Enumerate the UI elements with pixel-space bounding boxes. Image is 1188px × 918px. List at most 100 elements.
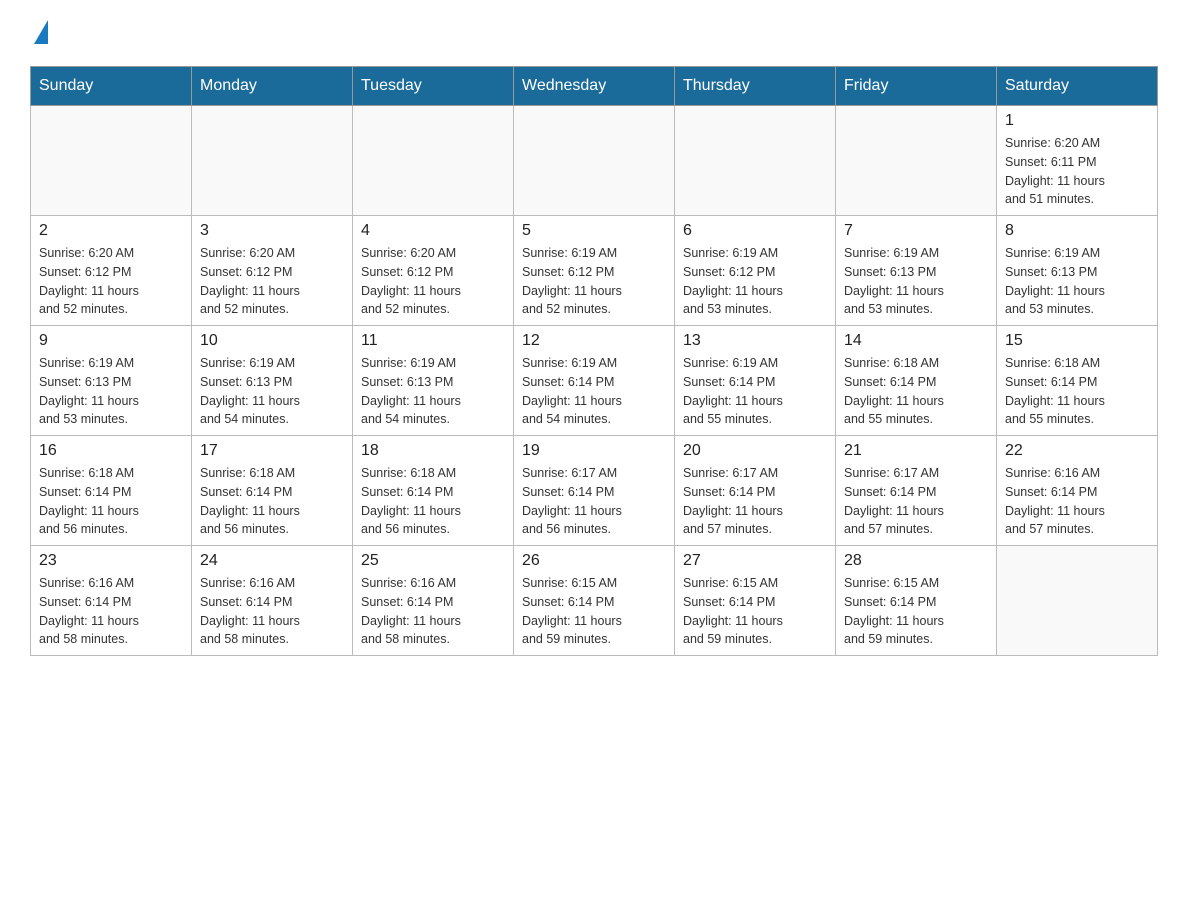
week-row-2: 2 Sunrise: 6:20 AMSunset: 6:12 PMDaylight…: [31, 216, 1158, 326]
week-row-3: 9 Sunrise: 6:19 AMSunset: 6:13 PMDaylight…: [31, 326, 1158, 436]
calendar-cell: 23 Sunrise: 6:16 AMSunset: 6:14 PMDayligh…: [31, 546, 192, 656]
day-number: 11: [361, 332, 505, 350]
calendar-cell: [997, 546, 1158, 656]
day-info: Sunrise: 6:18 AMSunset: 6:14 PMDaylight:…: [39, 464, 183, 539]
calendar-cell: 17 Sunrise: 6:18 AMSunset: 6:14 PMDayligh…: [192, 436, 353, 546]
day-info: Sunrise: 6:19 AMSunset: 6:13 PMDaylight:…: [200, 354, 344, 429]
calendar-cell: 15 Sunrise: 6:18 AMSunset: 6:14 PMDayligh…: [997, 326, 1158, 436]
weekday-header-wednesday: Wednesday: [514, 67, 675, 106]
day-info: Sunrise: 6:18 AMSunset: 6:14 PMDaylight:…: [361, 464, 505, 539]
calendar-cell: 18 Sunrise: 6:18 AMSunset: 6:14 PMDayligh…: [353, 436, 514, 546]
day-number: 21: [844, 442, 988, 460]
day-number: 24: [200, 552, 344, 570]
day-info: Sunrise: 6:17 AMSunset: 6:14 PMDaylight:…: [683, 464, 827, 539]
day-number: 15: [1005, 332, 1149, 350]
day-number: 27: [683, 552, 827, 570]
day-info: Sunrise: 6:20 AMSunset: 6:12 PMDaylight:…: [361, 244, 505, 319]
day-info: Sunrise: 6:18 AMSunset: 6:14 PMDaylight:…: [844, 354, 988, 429]
calendar-cell: 7 Sunrise: 6:19 AMSunset: 6:13 PMDaylight…: [836, 216, 997, 326]
day-info: Sunrise: 6:16 AMSunset: 6:14 PMDaylight:…: [39, 574, 183, 649]
calendar-cell: 3 Sunrise: 6:20 AMSunset: 6:12 PMDaylight…: [192, 216, 353, 326]
page-header: [30, 20, 1158, 46]
day-info: Sunrise: 6:19 AMSunset: 6:12 PMDaylight:…: [683, 244, 827, 319]
weekday-header-saturday: Saturday: [997, 67, 1158, 106]
day-info: Sunrise: 6:20 AMSunset: 6:12 PMDaylight:…: [200, 244, 344, 319]
week-row-4: 16 Sunrise: 6:18 AMSunset: 6:14 PMDayligh…: [31, 436, 1158, 546]
day-number: 22: [1005, 442, 1149, 460]
day-info: Sunrise: 6:16 AMSunset: 6:14 PMDaylight:…: [1005, 464, 1149, 539]
day-number: 7: [844, 222, 988, 240]
day-number: 1: [1005, 112, 1149, 130]
calendar-cell: 6 Sunrise: 6:19 AMSunset: 6:12 PMDaylight…: [675, 216, 836, 326]
day-number: 26: [522, 552, 666, 570]
day-number: 13: [683, 332, 827, 350]
day-info: Sunrise: 6:20 AMSunset: 6:11 PMDaylight:…: [1005, 134, 1149, 209]
calendar-cell: [192, 106, 353, 216]
day-info: Sunrise: 6:20 AMSunset: 6:12 PMDaylight:…: [39, 244, 183, 319]
weekday-header-thursday: Thursday: [675, 67, 836, 106]
calendar-cell: 19 Sunrise: 6:17 AMSunset: 6:14 PMDayligh…: [514, 436, 675, 546]
calendar-cell: 9 Sunrise: 6:19 AMSunset: 6:13 PMDaylight…: [31, 326, 192, 436]
calendar-cell: [836, 106, 997, 216]
logo-triangle-icon: [34, 20, 48, 44]
calendar-cell: 14 Sunrise: 6:18 AMSunset: 6:14 PMDayligh…: [836, 326, 997, 436]
day-number: 14: [844, 332, 988, 350]
calendar-cell: 1 Sunrise: 6:20 AMSunset: 6:11 PMDaylight…: [997, 106, 1158, 216]
calendar-cell: 26 Sunrise: 6:15 AMSunset: 6:14 PMDayligh…: [514, 546, 675, 656]
calendar-cell: 27 Sunrise: 6:15 AMSunset: 6:14 PMDayligh…: [675, 546, 836, 656]
week-row-1: 1 Sunrise: 6:20 AMSunset: 6:11 PMDaylight…: [31, 106, 1158, 216]
day-number: 5: [522, 222, 666, 240]
day-number: 16: [39, 442, 183, 460]
day-info: Sunrise: 6:19 AMSunset: 6:14 PMDaylight:…: [522, 354, 666, 429]
weekday-header-friday: Friday: [836, 67, 997, 106]
day-number: 20: [683, 442, 827, 460]
day-info: Sunrise: 6:17 AMSunset: 6:14 PMDaylight:…: [844, 464, 988, 539]
day-number: 25: [361, 552, 505, 570]
calendar-cell: 24 Sunrise: 6:16 AMSunset: 6:14 PMDayligh…: [192, 546, 353, 656]
day-info: Sunrise: 6:19 AMSunset: 6:13 PMDaylight:…: [361, 354, 505, 429]
day-number: 2: [39, 222, 183, 240]
calendar-cell: [353, 106, 514, 216]
day-info: Sunrise: 6:17 AMSunset: 6:14 PMDaylight:…: [522, 464, 666, 539]
weekday-header-tuesday: Tuesday: [353, 67, 514, 106]
day-number: 6: [683, 222, 827, 240]
weekday-header-monday: Monday: [192, 67, 353, 106]
calendar-cell: 22 Sunrise: 6:16 AMSunset: 6:14 PMDayligh…: [997, 436, 1158, 546]
calendar-cell: 28 Sunrise: 6:15 AMSunset: 6:14 PMDayligh…: [836, 546, 997, 656]
calendar-cell: 5 Sunrise: 6:19 AMSunset: 6:12 PMDaylight…: [514, 216, 675, 326]
calendar-cell: 21 Sunrise: 6:17 AMSunset: 6:14 PMDayligh…: [836, 436, 997, 546]
day-info: Sunrise: 6:18 AMSunset: 6:14 PMDaylight:…: [200, 464, 344, 539]
day-number: 3: [200, 222, 344, 240]
day-info: Sunrise: 6:18 AMSunset: 6:14 PMDaylight:…: [1005, 354, 1149, 429]
calendar-cell: 13 Sunrise: 6:19 AMSunset: 6:14 PMDayligh…: [675, 326, 836, 436]
calendar-cell: [514, 106, 675, 216]
calendar-cell: 12Sunrise: 6:19 AMSunset: 6:14 PMDayligh…: [514, 326, 675, 436]
calendar-cell: 20 Sunrise: 6:17 AMSunset: 6:14 PMDayligh…: [675, 436, 836, 546]
day-info: Sunrise: 6:15 AMSunset: 6:14 PMDaylight:…: [522, 574, 666, 649]
calendar-cell: 8Sunrise: 6:19 AMSunset: 6:13 PMDaylight…: [997, 216, 1158, 326]
calendar-cell: [675, 106, 836, 216]
day-info: Sunrise: 6:19 AMSunset: 6:14 PMDaylight:…: [683, 354, 827, 429]
calendar-cell: 11 Sunrise: 6:19 AMSunset: 6:13 PMDayligh…: [353, 326, 514, 436]
day-number: 18: [361, 442, 505, 460]
day-number: 10: [200, 332, 344, 350]
day-info: Sunrise: 6:19 AMSunset: 6:13 PMDaylight:…: [844, 244, 988, 319]
day-info: Sunrise: 6:15 AMSunset: 6:14 PMDaylight:…: [844, 574, 988, 649]
logo: [30, 20, 48, 46]
day-info: Sunrise: 6:16 AMSunset: 6:14 PMDaylight:…: [200, 574, 344, 649]
calendar-table: SundayMondayTuesdayWednesdayThursdayFrid…: [30, 66, 1158, 656]
day-number: 28: [844, 552, 988, 570]
calendar-cell: 2 Sunrise: 6:20 AMSunset: 6:12 PMDaylight…: [31, 216, 192, 326]
calendar-header-row: SundayMondayTuesdayWednesdayThursdayFrid…: [31, 67, 1158, 106]
day-info: Sunrise: 6:19 AMSunset: 6:13 PMDaylight:…: [39, 354, 183, 429]
day-number: 17: [200, 442, 344, 460]
day-info: Sunrise: 6:15 AMSunset: 6:14 PMDaylight:…: [683, 574, 827, 649]
day-number: 19: [522, 442, 666, 460]
day-info: Sunrise: 6:16 AMSunset: 6:14 PMDaylight:…: [361, 574, 505, 649]
calendar-cell: 25 Sunrise: 6:16 AMSunset: 6:14 PMDayligh…: [353, 546, 514, 656]
day-info: Sunrise: 6:19 AMSunset: 6:12 PMDaylight:…: [522, 244, 666, 319]
day-number: 9: [39, 332, 183, 350]
logo-top: [30, 20, 48, 46]
calendar-cell: 4Sunrise: 6:20 AMSunset: 6:12 PMDaylight…: [353, 216, 514, 326]
day-number: 23: [39, 552, 183, 570]
